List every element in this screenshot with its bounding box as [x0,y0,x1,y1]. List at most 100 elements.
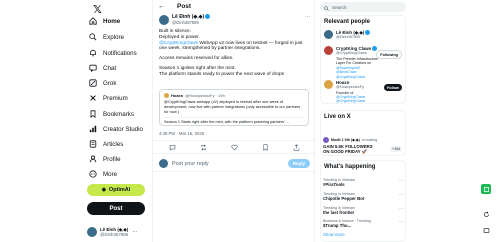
nav-item-grok[interactable]: Grok [89,76,116,90]
post-author[interactable]: Lê Đình (◆,◆) @Dinh367895 [159,13,211,26]
nav-label: Explore [103,33,124,41]
more-dots-icon[interactable]: ··· [399,206,403,211]
nav-item-bookmarks[interactable]: Bookmarks [89,107,134,121]
trend-item[interactable]: Trending in Vietnam #PiraTools ··· [323,178,403,187]
person-icon [89,155,97,163]
post-header: ← Post [153,0,316,12]
reply-icon[interactable] [169,143,177,151]
bio-mention[interactable]: @HyperliquidX @BeraChain @CryptKingClaws [336,66,365,79]
trend-item[interactable]: Trending in Vietnam Chipotle Pepper Bot … [323,192,403,201]
nav-item-profile[interactable]: Profile [89,152,121,166]
author-name: Lê Đình (◆,◆) [172,13,205,20]
following-button[interactable]: Following [376,50,402,59]
avatar [164,93,169,98]
follow-button[interactable]: Follow [383,84,402,91]
more-dots-icon[interactable]: ··· [399,178,403,183]
person-item[interactable]: Lê Đình (◆,◆) @Dinh367895 [324,30,404,40]
nav-item-home[interactable]: Home [89,14,120,28]
nav-item-notifications[interactable]: Notifications [89,46,137,60]
person-handle: @Dinh367895 [336,35,361,40]
quoted-post[interactable]: Hoaxn @HoaxpectzzFy · 19h @CryptKingClaw… [159,89,309,126]
nav-label: More [103,170,118,178]
nav-label: Notifications [103,49,137,57]
messages-icon[interactable] [481,225,491,235]
card-title: Live on X [324,114,351,120]
reply-input[interactable]: Post your reply [172,161,284,167]
articles-icon [89,140,97,148]
verified-badge-icon [365,30,371,36]
optimai-button[interactable]: ◆ OptimAI [87,184,145,196]
reply-button[interactable]: Reply [287,159,310,168]
avatar[interactable] [159,14,169,25]
main-column: ← Post Lê Đình (◆,◆) @Dinh367895 ··· Bui… [152,0,316,242]
nav-item-articles[interactable]: Articles [89,137,123,151]
search-placeholder: Search [332,4,347,10]
card-title: What's happening [324,164,376,170]
whats-happening-card: What's happening [320,160,406,242]
refresh-icon[interactable] [481,209,491,219]
post-line: The platform stands ready to power the n… [159,71,285,77]
more-dots-icon[interactable]: ··· [305,14,310,20]
person-name: CryptKing Claws [336,46,372,51]
trend-title: $Trump Thu... [323,223,352,228]
nav-label: Grok [103,79,117,87]
trend-item[interactable]: Trending in Vietnam the last frontier ··… [323,206,403,215]
show-more-link[interactable]: Show more [323,232,345,237]
right-sidebar: Search Relevant people Lê Đình (◆,◆) @Di… [320,0,408,242]
chat-icon [89,64,97,72]
quote-extra: Season 1 Starts right after the mint, wi… [164,117,304,124]
reply-composer: Post your reply Reply [153,156,316,172]
nav-item-more[interactable]: More [89,167,117,181]
live-host[interactable]: Mudit 1 6th (◆,◆) is hosting [323,137,403,143]
back-arrow-icon[interactable]: ← [158,3,165,10]
search-icon [324,0,329,16]
search-input[interactable]: Search [320,2,406,12]
account-switcher[interactable]: Lê Đình (◆,◆) @Dinh367895 ··· [87,224,151,240]
nav-label: Chat [103,64,117,72]
more-dots-icon: ··· [132,229,138,235]
avatar [159,159,168,168]
search-icon [89,33,97,41]
extension-icon[interactable] [481,184,491,194]
trend-title: #PiraTools [323,182,345,187]
nav-label: Creator Studio [103,125,143,133]
author-handle: @Dinh367895 [172,20,199,26]
home-icon [89,17,97,25]
nav-label: Bookmarks [103,110,134,118]
live-headline[interactable]: GAIN 5.5K FOLLOWERS ON GOOD FRIDAY 🚀 [323,144,379,154]
nav-item-creator-studio[interactable]: Creator Studio [89,122,143,136]
post-button[interactable]: Post [87,202,145,215]
mention-link[interactable]: @CryptKingClaws [159,41,198,46]
host-name: Mudit 1 6th (◆,◆) [331,138,360,142]
nav-item-premium[interactable]: Premium [89,91,128,105]
more-dots-icon[interactable]: ··· [399,192,403,197]
bio-mention[interactable]: @CryptKingClaws @CryptKingClaws [336,95,365,103]
post-line: Built in silence. [159,29,191,34]
trend-title: Chipotle Pepper Bot [323,196,365,201]
share-icon[interactable] [293,143,301,151]
trend-item[interactable]: Business & finance · Trending $Trump Thu… [323,219,403,228]
repost-icon[interactable] [200,143,208,151]
bookmark-icon [89,110,97,118]
nav-item-explore[interactable]: Explore [89,30,124,44]
x-premium-icon [89,94,97,102]
bookmark-icon[interactable] [262,143,270,151]
nav-label: Profile [103,155,121,163]
avatar [324,46,333,55]
account-handle: @Dinh367895 [100,232,129,237]
trend-title: the last frontier [323,210,355,215]
nav-label: Articles [103,140,124,148]
person-name: Lê Đình (◆,◆) [336,30,365,35]
post-line: Deployed in power. [159,34,200,40]
avatar [87,227,97,237]
post-actions [153,140,316,154]
like-icon[interactable] [231,143,239,151]
more-dots-icon[interactable]: ··· [399,219,403,224]
page-title: Post [177,2,192,10]
avatar [324,80,333,89]
nav-item-chat[interactable]: Chat [89,61,116,75]
post-body: Built in silence. Deployed in power. @Cr… [159,29,311,82]
person-handle: @HoaxpectzzFy [336,85,364,89]
nav-label: Home [103,17,121,25]
post-timestamp[interactable]: 4:48 PM · Mar 15, 2026 [159,131,204,136]
